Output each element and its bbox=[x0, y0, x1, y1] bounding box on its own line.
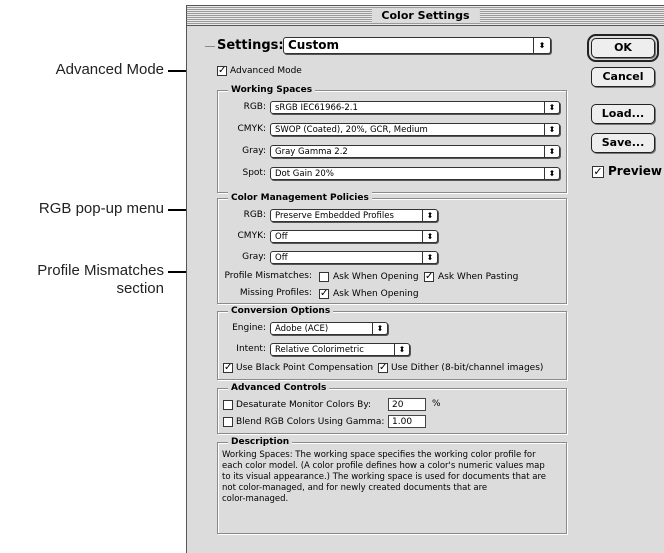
working-spaces-title: Working Spaces bbox=[228, 84, 316, 96]
color-settings-dialog: Color Settings Settings: Custom ⬍ ✓ Adva… bbox=[186, 5, 664, 553]
chevron-updown-icon: ⬍ bbox=[372, 323, 387, 334]
ws-rgb-value: sRGB IEC61966-2.1 bbox=[275, 103, 358, 113]
policies-group: Color Management Policies RGB: Preserve … bbox=[217, 192, 567, 304]
conversion-group: Conversion Options Engine: Adobe (ACE) ⬍… bbox=[217, 305, 567, 380]
window-title: Color Settings bbox=[371, 8, 480, 23]
policy-rgb-popup[interactable]: Preserve Embedded Profiles ⬍ bbox=[270, 209, 438, 222]
ws-gray-value: Gray Gamma 2.2 bbox=[275, 147, 348, 157]
intent-value: Relative Colorimetric bbox=[275, 345, 364, 355]
conversion-title: Conversion Options bbox=[228, 305, 334, 317]
ws-spot-label: Spot: bbox=[242, 168, 267, 178]
dither-label: Use Dither (8-bit/channel images) bbox=[391, 363, 544, 373]
ws-cmyk-popup[interactable]: SWOP (Coated), 20%, GCR, Medium ⬍ bbox=[270, 123, 560, 136]
engine-label: Engine: bbox=[232, 323, 266, 333]
chevron-updown-icon: ⬍ bbox=[544, 102, 559, 113]
desaturate-label: Desaturate Monitor Colors By: bbox=[236, 400, 372, 410]
black-point-label: Use Black Point Compensation bbox=[236, 363, 374, 373]
ws-gray-label: Gray: bbox=[242, 146, 266, 156]
missing-ask-opening-label: Ask When Opening bbox=[333, 289, 419, 299]
description-text: Working Spaces: The working space specif… bbox=[222, 450, 562, 505]
mismatch-ask-pasting-label: Ask When Pasting bbox=[438, 272, 519, 282]
preview-checkbox[interactable]: ✓ bbox=[592, 166, 604, 178]
policies-title: Color Management Policies bbox=[228, 192, 372, 204]
advanced-mode-checkbox[interactable]: ✓ bbox=[217, 66, 227, 76]
policy-rgb-label: RGB: bbox=[243, 210, 266, 220]
ws-spot-value: Dot Gain 20% bbox=[275, 169, 334, 179]
dither-checkbox[interactable]: ✓ bbox=[378, 363, 388, 373]
ws-rgb-label: RGB: bbox=[243, 102, 266, 112]
policy-rgb-value: Preserve Embedded Profiles bbox=[275, 211, 394, 221]
save-button[interactable]: Save... bbox=[591, 133, 655, 153]
blend-gamma-label: Blend RGB Colors Using Gamma: bbox=[236, 417, 385, 427]
description-line: color-managed. bbox=[222, 494, 289, 504]
ws-gray-popup[interactable]: Gray Gamma 2.2 ⬍ bbox=[270, 145, 560, 158]
ws-cmyk-label: CMYK: bbox=[237, 124, 266, 134]
ws-cmyk-value: SWOP (Coated), 20%, GCR, Medium bbox=[275, 125, 428, 135]
chevron-updown-icon: ⬍ bbox=[422, 210, 437, 221]
intent-popup[interactable]: Relative Colorimetric ⬍ bbox=[270, 343, 410, 356]
settings-label: Settings: bbox=[217, 38, 284, 53]
policy-cmyk-value: Off bbox=[275, 232, 288, 242]
chevron-updown-icon: ⬍ bbox=[422, 231, 437, 242]
missing-profiles-label: Missing Profiles: bbox=[239, 288, 312, 298]
policy-cmyk-popup[interactable]: Off ⬍ bbox=[270, 230, 438, 243]
load-button[interactable]: Load... bbox=[591, 104, 655, 124]
settings-group-line bbox=[205, 46, 215, 47]
desaturate-unit: % bbox=[432, 399, 441, 409]
description-title: Description bbox=[228, 436, 293, 448]
policy-gray-label: Gray: bbox=[242, 252, 266, 262]
callout-rgb-popup: RGB pop-up menu bbox=[38, 200, 164, 217]
chevron-updown-icon: ⬍ bbox=[544, 146, 559, 157]
working-spaces-group: Working Spaces RGB: sRGB IEC61966-2.1 ⬍ … bbox=[217, 84, 567, 193]
advanced-controls-title: Advanced Controls bbox=[228, 382, 330, 394]
mismatch-ask-pasting-checkbox[interactable]: ✓ bbox=[424, 272, 434, 282]
description-line: Working Spaces: The working space specif… bbox=[222, 450, 536, 460]
description-line: each color model. (A color profile defin… bbox=[222, 461, 545, 471]
chevron-updown-icon: ⬍ bbox=[544, 168, 559, 179]
policy-gray-value: Off bbox=[275, 253, 288, 263]
ws-rgb-popup[interactable]: sRGB IEC61966-2.1 ⬍ bbox=[270, 101, 560, 114]
callout-profile-mismatches: Profile Mismatches section bbox=[37, 262, 164, 298]
callout-advanced-mode: Advanced Mode bbox=[55, 61, 164, 78]
advanced-controls-group: Advanced Controls Desaturate Monitor Col… bbox=[217, 382, 567, 434]
policy-gray-popup[interactable]: Off ⬍ bbox=[270, 251, 438, 264]
chevron-updown-icon: ⬍ bbox=[533, 38, 550, 53]
chevron-updown-icon: ⬍ bbox=[544, 124, 559, 135]
ws-spot-popup[interactable]: Dot Gain 20% ⬍ bbox=[270, 167, 560, 180]
advanced-mode-label: Advanced Mode bbox=[230, 66, 302, 76]
description-group: Description Working Spaces: The working … bbox=[217, 436, 567, 534]
black-point-checkbox[interactable]: ✓ bbox=[223, 363, 233, 373]
mismatch-ask-opening-checkbox[interactable] bbox=[319, 272, 329, 282]
missing-ask-opening-checkbox[interactable]: ✓ bbox=[319, 289, 329, 299]
engine-value: Adobe (ACE) bbox=[275, 324, 329, 334]
blend-gamma-checkbox[interactable] bbox=[223, 417, 233, 427]
blend-gamma-input[interactable]: 1.00 bbox=[388, 415, 426, 428]
chevron-updown-icon: ⬍ bbox=[394, 344, 409, 355]
policy-cmyk-label: CMYK: bbox=[237, 231, 266, 241]
preview-label: Preview bbox=[608, 164, 663, 178]
callout-profile-mismatches-line1: Profile Mismatches bbox=[37, 262, 164, 279]
mismatch-ask-opening-label: Ask When Opening bbox=[333, 272, 419, 282]
callout-profile-mismatches-line2: section bbox=[116, 280, 164, 297]
intent-label: Intent: bbox=[236, 344, 266, 354]
cancel-button[interactable]: Cancel bbox=[591, 67, 655, 87]
profile-mismatches-label: Profile Mismatches: bbox=[224, 271, 312, 281]
title-bar[interactable]: Color Settings bbox=[187, 6, 664, 26]
desaturate-checkbox[interactable] bbox=[223, 400, 233, 410]
settings-popup[interactable]: Custom ⬍ bbox=[283, 37, 551, 54]
description-line: not color-managed, and for newly created… bbox=[222, 483, 488, 493]
ok-button[interactable]: OK bbox=[587, 34, 659, 62]
engine-popup[interactable]: Adobe (ACE) ⬍ bbox=[270, 322, 388, 335]
desaturate-input[interactable]: 20 bbox=[388, 398, 426, 411]
description-line: to its visual appearance.) The working s… bbox=[222, 472, 547, 482]
settings-popup-value: Custom bbox=[288, 38, 339, 52]
chevron-updown-icon: ⬍ bbox=[422, 252, 437, 263]
